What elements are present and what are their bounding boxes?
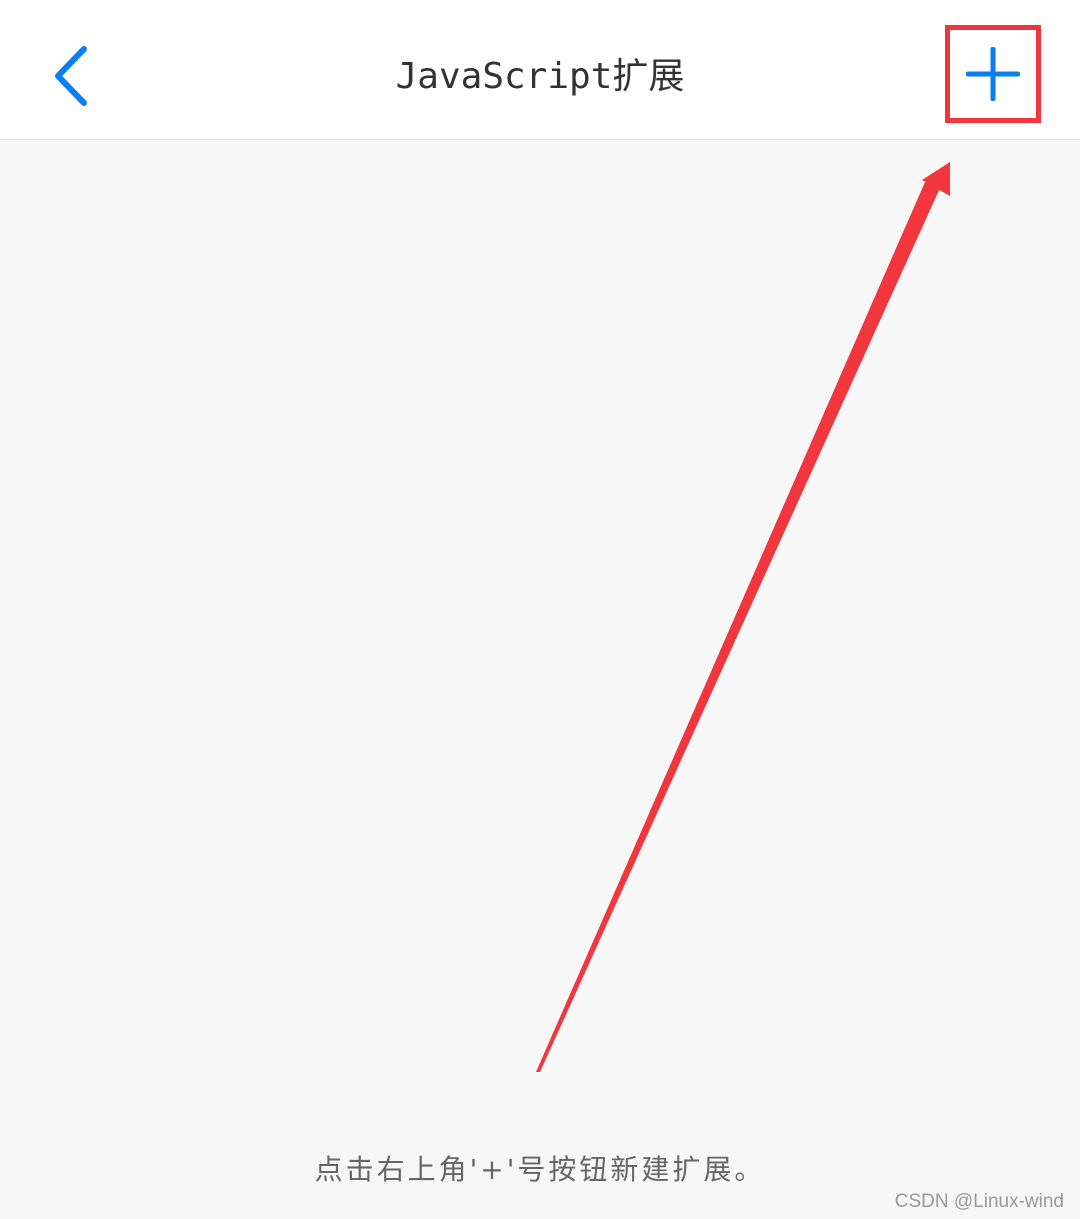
watermark: CSDN @Linux-wind (894, 1191, 1064, 1212)
chevron-left-icon (55, 46, 87, 106)
annotation-arrow-icon (536, 162, 950, 1072)
add-extension-button[interactable] (946, 26, 1040, 122)
plus-icon (966, 47, 1020, 101)
page-title: JavaScript扩展 (395, 56, 685, 97)
back-button[interactable] (40, 36, 104, 116)
empty-state-hint: 点击右上角'+'号按钮新建扩展。 (314, 1153, 766, 1186)
nav-bar: JavaScript扩展 (0, 0, 1080, 140)
screen: JavaScript扩展 点击右上角'+'号按钮新建扩展。 CSDN @Linu… (0, 0, 1080, 1219)
